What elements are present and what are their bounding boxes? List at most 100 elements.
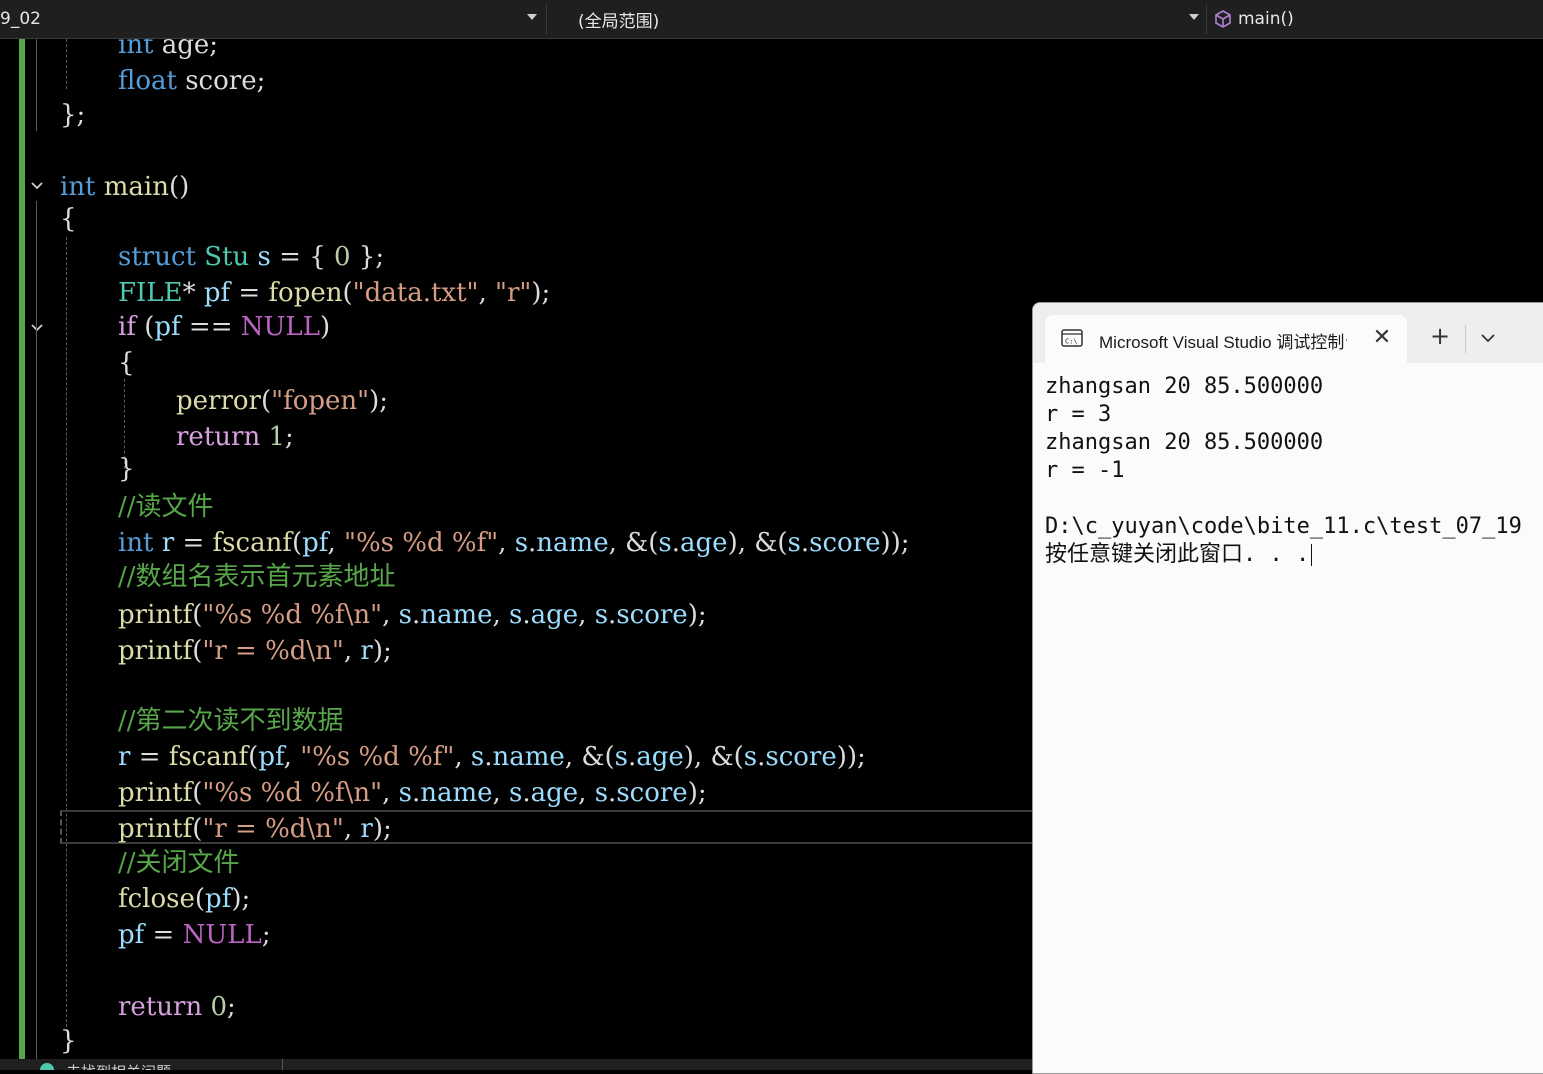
code-token: { xyxy=(60,204,77,234)
code-line[interactable]: } xyxy=(118,451,135,487)
console-tab-title: Microsoft Visual Studio 调试控制台 xyxy=(1099,333,1347,352)
chevron-down-icon[interactable] xyxy=(1189,14,1199,20)
console-line: r = -1 xyxy=(1045,457,1543,485)
code-token: score; xyxy=(176,66,266,96)
code-token: s xyxy=(509,600,523,630)
code-token: = xyxy=(144,920,183,950)
code-token: , xyxy=(492,600,510,630)
code-line[interactable]: } xyxy=(60,1023,77,1059)
code-line[interactable]: //第二次读不到数据 xyxy=(118,703,344,739)
code-token: = { xyxy=(270,242,334,272)
console-output[interactable]: zhangsan 20 85.500000 r = 3 zhangsan 20 85… xyxy=(1045,373,1543,569)
code-line[interactable]: { xyxy=(60,201,77,237)
debug-console-window[interactable]: C:\ Microsoft Visual Studio 调试控制台 ✕ + zh… xyxy=(1032,302,1543,1074)
code-token: age; xyxy=(153,39,219,60)
code-token: //第二次读不到数据 xyxy=(118,706,344,736)
code-token: , xyxy=(578,778,595,808)
code-token: ; xyxy=(261,920,271,950)
code-line[interactable]: printf("%s %d %f\n", s.name, s.age, s.sc… xyxy=(118,775,707,811)
code-line[interactable]: fclose(pf); xyxy=(118,881,250,917)
project-dropdown[interactable]: 9_02 xyxy=(0,0,540,38)
code-line[interactable]: return 0; xyxy=(118,989,236,1025)
code-line[interactable]: //数组名表示首元素地址 xyxy=(118,559,396,595)
code-token: = xyxy=(130,742,169,772)
code-token: , xyxy=(578,600,595,630)
status-divider xyxy=(282,1059,283,1070)
code-token: pf xyxy=(258,742,284,772)
code-token: ); xyxy=(687,600,707,630)
code-line[interactable]: float score; xyxy=(118,63,265,99)
code-token: s xyxy=(509,778,523,808)
code-token: s xyxy=(470,742,485,772)
method-cube-icon xyxy=(1215,10,1231,28)
code-line[interactable]: if (pf == NULL) xyxy=(118,309,330,345)
function-dropdown[interactable]: main() xyxy=(1214,0,1534,38)
code-token: s xyxy=(594,778,609,808)
code-line[interactable]: }; xyxy=(60,97,85,133)
code-line[interactable]: pf = NULL; xyxy=(118,917,271,953)
change-tracking-bar xyxy=(19,39,25,1059)
code-token: = xyxy=(230,278,269,308)
code-line[interactable]: printf("%s %d %f\n", s.name, s.age, s.sc… xyxy=(118,597,707,633)
code-token: score xyxy=(765,742,837,772)
code-line[interactable]: FILE* pf = fopen("data.txt", "r"); xyxy=(118,275,550,311)
code-line[interactable]: int main() xyxy=(60,169,189,205)
code-token: age xyxy=(530,600,579,630)
code-token: , xyxy=(343,814,361,844)
code-token: pf xyxy=(205,884,232,914)
fold-region-line xyxy=(36,39,37,131)
code-token: s xyxy=(514,528,529,558)
chevron-down-icon[interactable] xyxy=(527,14,537,20)
code-token: //读文件 xyxy=(118,492,214,522)
code-token: return xyxy=(118,992,203,1022)
code-token: "r = %d\n" xyxy=(202,636,344,666)
close-icon[interactable]: ✕ xyxy=(1369,325,1395,351)
code-token: ); xyxy=(372,636,392,666)
scope-dropdown[interactable]: (全局范围) xyxy=(578,0,1198,38)
indent-guide xyxy=(66,237,67,1027)
code-token: , &( xyxy=(608,528,659,558)
console-tab[interactable]: C:\ Microsoft Visual Studio 调试控制台 ✕ xyxy=(1045,315,1407,363)
console-line-text: r = -1 xyxy=(1045,458,1125,483)
code-token: r xyxy=(360,814,373,844)
code-line[interactable]: int age; xyxy=(118,39,218,63)
chevron-down-icon[interactable] xyxy=(1473,323,1503,353)
status-text: 未找到相关问题 xyxy=(66,1061,171,1070)
code-token: printf xyxy=(118,814,193,844)
code-line[interactable]: r = fscanf(pf, "%s %d %f", s.name, &(s.a… xyxy=(118,739,866,775)
code-line[interactable]: //关闭文件 xyxy=(118,845,240,881)
console-titlebar[interactable]: C:\ Microsoft Visual Studio 调试控制台 ✕ + xyxy=(1033,303,1543,363)
function-dropdown-label: main() xyxy=(1238,9,1294,29)
code-token: "%s %d %f" xyxy=(343,528,499,558)
code-line[interactable]: struct Stu s = { 0 }; xyxy=(118,239,384,275)
status-check-icon xyxy=(40,1063,54,1070)
console-line: D:\c_yuyan\code\bite_11.c\test_07_19 xyxy=(1045,513,1543,541)
fold-collapse-icon[interactable] xyxy=(30,321,44,335)
code-token: , xyxy=(327,528,344,558)
code-line[interactable]: { xyxy=(118,345,135,381)
code-line[interactable]: int r = fscanf(pf, "%s %d %f", s. name, &… xyxy=(118,525,910,561)
code-token: ); xyxy=(231,884,251,914)
code-line[interactable]: return 1; xyxy=(176,419,294,455)
code-token: ( xyxy=(248,742,259,772)
code-token: perror xyxy=(176,386,261,416)
code-token: fscanf xyxy=(168,742,249,772)
code-token: ( xyxy=(260,386,272,416)
titlebar-divider xyxy=(1465,325,1466,353)
code-token: printf xyxy=(118,778,193,808)
code-token: = xyxy=(174,528,213,558)
code-line[interactable]: perror("fopen"); xyxy=(176,383,388,419)
code-token: , xyxy=(454,742,471,772)
code-line[interactable]: printf("r = %d\n", r); xyxy=(118,811,392,847)
code-token: "%s %d %f\n" xyxy=(202,600,383,630)
navbar-divider xyxy=(1206,4,1207,34)
code-line[interactable]: printf("r = %d\n", r); xyxy=(118,633,392,669)
code-line[interactable]: //读文件 xyxy=(118,489,214,525)
new-tab-button[interactable]: + xyxy=(1425,321,1455,351)
fold-collapse-icon[interactable] xyxy=(30,179,44,193)
code-token: ( xyxy=(291,528,303,558)
code-token: } xyxy=(118,454,135,484)
code-token: "fopen" xyxy=(271,386,370,416)
code-token: r xyxy=(360,636,373,666)
